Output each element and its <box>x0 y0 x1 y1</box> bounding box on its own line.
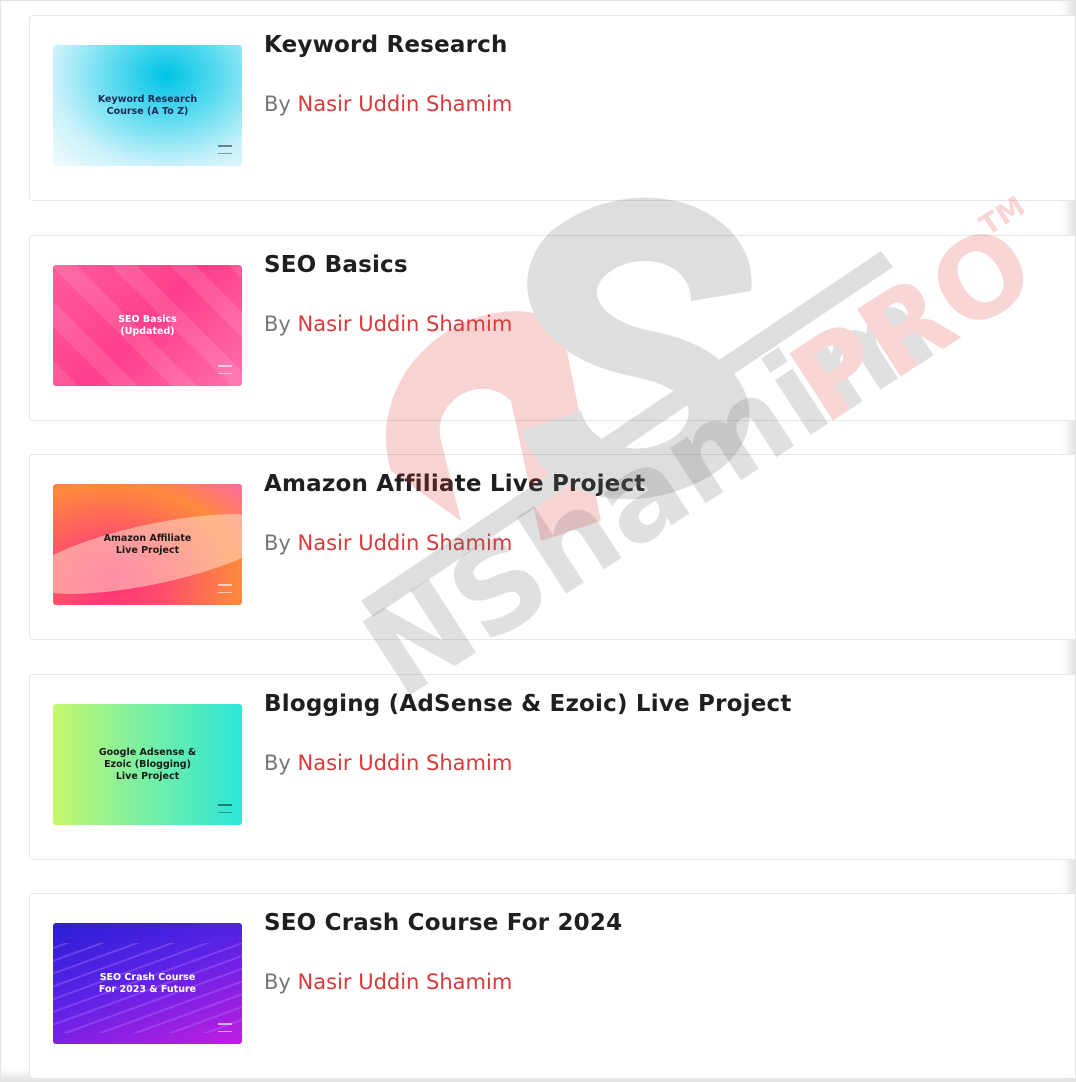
thumbnail-caption: Keyword Research Course (A To Z) <box>97 93 198 117</box>
course-list: Keyword Research Course (A To Z) Keyword… <box>1 1 1075 1081</box>
by-label: By <box>264 531 291 555</box>
course-thumbnail[interactable]: SEO Crash Course For 2023 & Future <box>53 923 242 1044</box>
author-link[interactable]: Nasir Uddin Shamim <box>298 531 513 555</box>
thumbnail-logo-icon <box>218 145 232 154</box>
course-title[interactable]: Amazon Affiliate Live Project <box>264 471 646 497</box>
by-label: By <box>264 970 291 994</box>
course-title[interactable]: Blogging (AdSense & Ezoic) Live Project <box>264 691 792 717</box>
course-author: By Nasir Uddin Shamim <box>264 531 512 555</box>
by-label: By <box>264 751 291 775</box>
course-author: By Nasir Uddin Shamim <box>264 751 512 775</box>
course-card-keyword-research[interactable]: Keyword Research Course (A To Z) Keyword… <box>29 15 1075 201</box>
thumbnail-logo-icon <box>218 365 232 374</box>
course-card-blogging[interactable]: Google Adsense & Ezoic (Blogging) Live P… <box>29 674 1075 860</box>
thumbnail-caption: SEO Crash Course For 2023 & Future <box>98 971 197 995</box>
by-label: By <box>264 92 291 116</box>
thumbnail-logo-icon <box>218 584 232 593</box>
course-author: By Nasir Uddin Shamim <box>264 970 512 994</box>
course-title[interactable]: SEO Basics <box>264 252 408 278</box>
author-link[interactable]: Nasir Uddin Shamim <box>298 970 513 994</box>
author-link[interactable]: Nasir Uddin Shamim <box>298 312 513 336</box>
thumbnail-caption: Google Adsense & Ezoic (Blogging) Live P… <box>98 746 197 782</box>
thumbnail-caption: SEO Basics (Updated) <box>118 313 177 337</box>
thumbnail-caption: Amazon Affiliate Live Project <box>103 532 192 556</box>
course-card-seo-crash-course[interactable]: SEO Crash Course For 2023 & Future SEO C… <box>29 893 1075 1079</box>
author-link[interactable]: Nasir Uddin Shamim <box>298 92 513 116</box>
course-list-panel: Keyword Research Course (A To Z) Keyword… <box>0 0 1076 1082</box>
course-thumbnail[interactable]: Keyword Research Course (A To Z) <box>53 45 242 166</box>
course-thumbnail[interactable]: SEO Basics (Updated) <box>53 265 242 386</box>
by-label: By <box>264 312 291 336</box>
course-author: By Nasir Uddin Shamim <box>264 312 512 336</box>
thumbnail-logo-icon <box>218 1023 232 1032</box>
thumbnail-logo-icon <box>218 804 232 813</box>
course-author: By Nasir Uddin Shamim <box>264 92 512 116</box>
course-title[interactable]: SEO Crash Course For 2024 <box>264 910 622 936</box>
course-title[interactable]: Keyword Research <box>264 32 508 58</box>
course-thumbnail[interactable]: Google Adsense & Ezoic (Blogging) Live P… <box>53 704 242 825</box>
course-card-amazon-affiliate[interactable]: Amazon Affiliate Live Project Amazon Aff… <box>29 454 1075 640</box>
course-thumbnail[interactable]: Amazon Affiliate Live Project <box>53 484 242 605</box>
course-card-seo-basics[interactable]: SEO Basics (Updated) SEO Basics By Nasir… <box>29 235 1075 421</box>
author-link[interactable]: Nasir Uddin Shamim <box>298 751 513 775</box>
